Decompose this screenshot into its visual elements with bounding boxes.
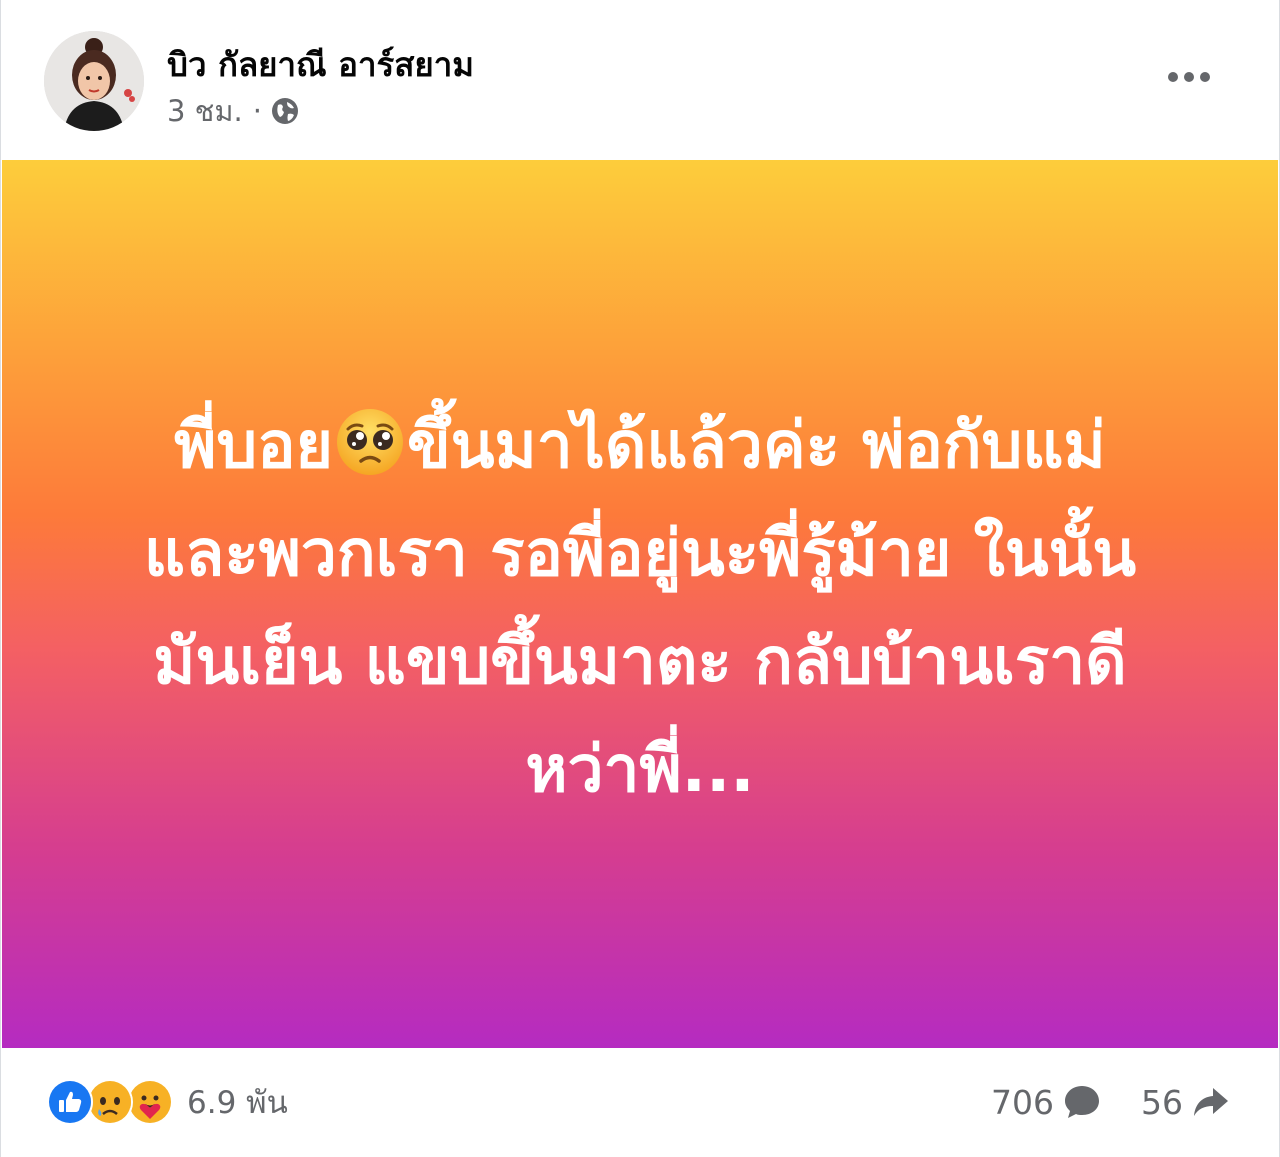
post-time[interactable]: 3 ชม.: [167, 88, 243, 134]
comments-count[interactable]: 706: [991, 1082, 1102, 1122]
shares-count[interactable]: 56: [1141, 1082, 1231, 1122]
post-footer: 6.9 พัน 706 56: [1, 1048, 1279, 1157]
facebook-post: บิว กัลยาณี อาร์สยาม 3 ชม. · พี่บอย ขึ้น…: [0, 0, 1280, 1157]
reactions-summary[interactable]: 6.9 พัน: [47, 1078, 288, 1126]
more-options-button[interactable]: [1161, 54, 1217, 100]
comments-count-value: 706: [991, 1082, 1054, 1122]
post-line-4: หว่าพี่...: [525, 733, 755, 807]
profile-photo: [44, 31, 144, 131]
post-header: บิว กัลยาณี อาร์สยาม 3 ชม. ·: [1, 0, 1279, 160]
shares-count-value: 56: [1141, 1082, 1183, 1122]
avatar[interactable]: [44, 31, 144, 131]
post-line-1-end: ขึ้นมาได้แล้วค่ะ พ่อกับแม่: [407, 409, 1106, 483]
post-text-background: พี่บอย ขึ้นมาได้แล้วค่ะ พ่อกับแม่ และพวก…: [2, 160, 1278, 1048]
author-name[interactable]: บิว กัลยาณี อาร์สยาม: [167, 38, 474, 91]
like-icon: [47, 1079, 93, 1125]
post-meta: 3 ชม. ·: [167, 92, 300, 130]
sad-icon: [87, 1079, 133, 1125]
post-line-1-start: พี่บอย: [174, 409, 334, 483]
globe-icon[interactable]: [270, 96, 300, 126]
post-line-2: และพวกเรา รอพี่อยู่นะพี่รู้ม้าย ในนั้น: [143, 517, 1137, 591]
care-icon: [127, 1079, 173, 1125]
pleading-face-icon: [337, 409, 404, 475]
share-icon: [1194, 1088, 1228, 1116]
more-horizontal-icon: [1168, 72, 1210, 82]
post-line-1: พี่บอย ขึ้นมาได้แล้วค่ะ พ่อกับแม่: [70, 392, 1210, 500]
meta-separator: ·: [252, 94, 262, 128]
reaction-count[interactable]: 6.9 พัน: [187, 1077, 288, 1127]
post-line-3: มันเย็น แขบขึ้นมาตะ กลับบ้านเราดี: [153, 625, 1127, 699]
post-text: พี่บอย ขึ้นมาได้แล้วค่ะ พ่อกับแม่ และพวก…: [70, 392, 1210, 824]
comment-icon: [1065, 1086, 1099, 1118]
